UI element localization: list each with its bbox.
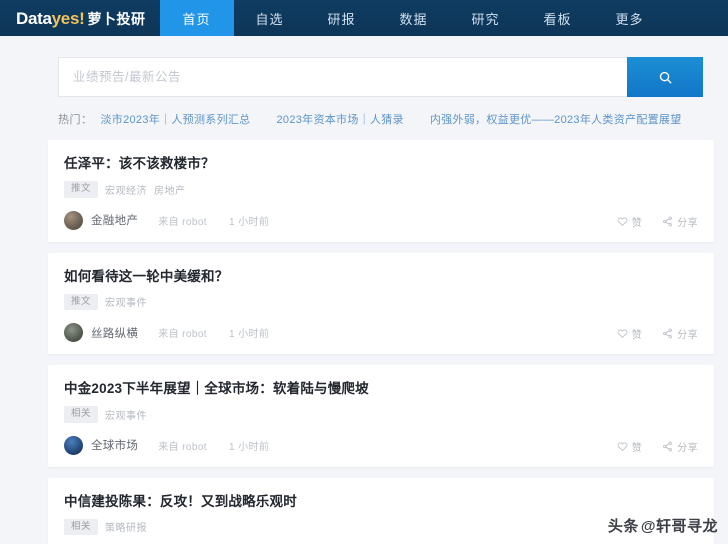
card-title[interactable]: 中信建投陈果：反攻！又到战略乐观时 bbox=[64, 494, 698, 510]
like-button[interactable]: 赞 bbox=[617, 214, 642, 229]
card-actions: 赞 分享 bbox=[617, 439, 698, 454]
heart-icon bbox=[617, 441, 628, 452]
card-timestamp: 1 小时前 bbox=[228, 441, 270, 453]
card-tag[interactable]: 宏观经济 bbox=[105, 182, 147, 197]
like-button[interactable]: 赞 bbox=[617, 439, 642, 454]
search-icon bbox=[658, 70, 673, 85]
hot-search-label: 热门： bbox=[58, 114, 93, 126]
like-label: 赞 bbox=[631, 442, 643, 454]
card-timestamp: 1 小时前 bbox=[228, 216, 270, 228]
nav-items: 首页 自选 研报 数据 研究 看板 更多 bbox=[159, 0, 666, 36]
feed-card[interactable]: 如何看待这一轮中美缓和？ 推文 宏观事件 丝路纵横 来自 robot 1 小时前 bbox=[48, 252, 714, 355]
card-actions: 赞 分享 bbox=[617, 214, 698, 229]
card-meta-row: 全球市场 来自 robot 1 小时前 bbox=[64, 435, 698, 455]
logo-text-chinese: 萝卜投研 bbox=[87, 10, 146, 27]
card-tag[interactable]: 宏观事件 bbox=[105, 407, 147, 422]
card-tag[interactable]: 策略研报 bbox=[105, 519, 147, 534]
nav-item-research-reports[interactable]: 研报 bbox=[306, 0, 378, 36]
search-bar bbox=[58, 57, 703, 97]
card-tag[interactable]: 房地产 bbox=[154, 182, 186, 197]
share-button[interactable]: 分享 bbox=[662, 439, 698, 454]
avatar bbox=[64, 435, 83, 455]
card-source: 来自 robot bbox=[158, 216, 207, 228]
card-tag-row: 相关 宏观事件 bbox=[64, 406, 698, 423]
heart-icon bbox=[617, 216, 628, 227]
heart-icon bbox=[617, 328, 628, 339]
share-icon bbox=[662, 216, 673, 227]
top-navigation-bar: Datayes! 萝卜投研 首页 自选 研报 数据 研究 看板 更多 bbox=[0, 0, 728, 36]
share-button[interactable]: 分享 bbox=[662, 326, 698, 341]
like-label: 赞 bbox=[631, 330, 643, 342]
card-tag-row: 推文 宏观事件 bbox=[64, 293, 698, 311]
nav-item-data[interactable]: 数据 bbox=[378, 0, 450, 36]
card-title[interactable]: 中金2023下半年展望｜全球市场：软着陆与慢爬坡 bbox=[64, 381, 698, 397]
share-label: 分享 bbox=[677, 442, 698, 454]
card-tag-row: 推文 宏观经济 房地产 bbox=[64, 181, 698, 198]
share-icon bbox=[662, 328, 673, 339]
avatar bbox=[64, 323, 83, 343]
watermark: 头条 @轩哥寻龙 bbox=[608, 515, 718, 536]
like-label: 赞 bbox=[631, 217, 643, 229]
nav-item-watchlist[interactable]: 自选 bbox=[234, 0, 306, 36]
card-title[interactable]: 如何看待这一轮中美缓和？ bbox=[64, 269, 698, 285]
logo[interactable]: Datayes! 萝卜投研 bbox=[0, 0, 160, 36]
card-author[interactable]: 全球市场 bbox=[91, 437, 138, 453]
page-body: 热门： 淡市2023年｜人预测系列汇总 2023年资本市场｜人猜录 内强外弱，权… bbox=[0, 36, 728, 544]
card-meta-row: 丝路纵横 来自 robot 1 小时前 bbox=[64, 323, 698, 343]
card-type-badge: 相关 bbox=[64, 518, 99, 536]
logo-text-data: Data bbox=[16, 8, 52, 28]
article-feed: 任泽平：该不该救楼市？ 推文 宏观经济 房地产 金融地产 来自 robot 1 … bbox=[48, 140, 714, 544]
feed-card[interactable]: 中金2023下半年展望｜全球市场：软着陆与慢爬坡 相关 宏观事件 全球市场 来自… bbox=[48, 365, 714, 467]
card-source: 来自 robot bbox=[158, 329, 207, 341]
card-author[interactable]: 丝路纵横 bbox=[91, 325, 138, 341]
like-button[interactable]: 赞 bbox=[617, 326, 642, 341]
card-type-badge: 推文 bbox=[64, 293, 99, 311]
search-button[interactable] bbox=[627, 57, 703, 97]
watermark-handle: @轩哥寻龙 bbox=[640, 518, 718, 535]
card-meta-row: 金融地产 来自 robot 1 小时前 bbox=[64, 210, 698, 230]
share-button[interactable]: 分享 bbox=[662, 214, 698, 229]
watermark-prefix: 头条 bbox=[607, 518, 639, 535]
card-author[interactable]: 金融地产 bbox=[91, 212, 138, 228]
card-timestamp: 1 小时前 bbox=[228, 329, 270, 341]
hot-search-link-1[interactable]: 淡市2023年｜人预测系列汇总 bbox=[101, 111, 251, 127]
share-label: 分享 bbox=[677, 330, 698, 342]
search-input[interactable] bbox=[58, 57, 627, 97]
nav-item-dashboard[interactable]: 看板 bbox=[522, 0, 594, 36]
nav-item-more[interactable]: 更多 bbox=[594, 0, 666, 36]
hot-search-link-2[interactable]: 2023年资本市场｜人猜录 bbox=[276, 111, 403, 127]
hot-search-row: 热门： 淡市2023年｜人预测系列汇总 2023年资本市场｜人猜录 内强外弱，权… bbox=[58, 108, 708, 130]
avatar bbox=[64, 210, 83, 230]
card-title[interactable]: 任泽平：该不该救楼市？ bbox=[64, 156, 698, 172]
card-tag-row: 相关 策略研报 bbox=[64, 518, 698, 536]
feed-card[interactable]: 任泽平：该不该救楼市？ 推文 宏观经济 房地产 金融地产 来自 robot 1 … bbox=[48, 140, 714, 242]
card-source: 来自 robot bbox=[158, 441, 207, 453]
nav-item-research[interactable]: 研究 bbox=[450, 0, 522, 36]
card-type-badge: 相关 bbox=[64, 406, 99, 423]
nav-item-home[interactable]: 首页 bbox=[159, 0, 234, 36]
hot-search-link-3[interactable]: 内强外弱，权益更优——2023年人类资产配置展望 bbox=[430, 111, 682, 127]
share-icon bbox=[662, 441, 673, 452]
share-label: 分享 bbox=[677, 217, 698, 229]
logo-text-exclamation: ! bbox=[79, 8, 85, 28]
card-actions: 赞 分享 bbox=[617, 326, 698, 341]
card-type-badge: 推文 bbox=[64, 181, 99, 198]
card-tag[interactable]: 宏观事件 bbox=[105, 294, 147, 309]
logo-text: Datayes! 萝卜投研 bbox=[16, 10, 146, 27]
logo-text-yes: yes bbox=[51, 8, 80, 28]
